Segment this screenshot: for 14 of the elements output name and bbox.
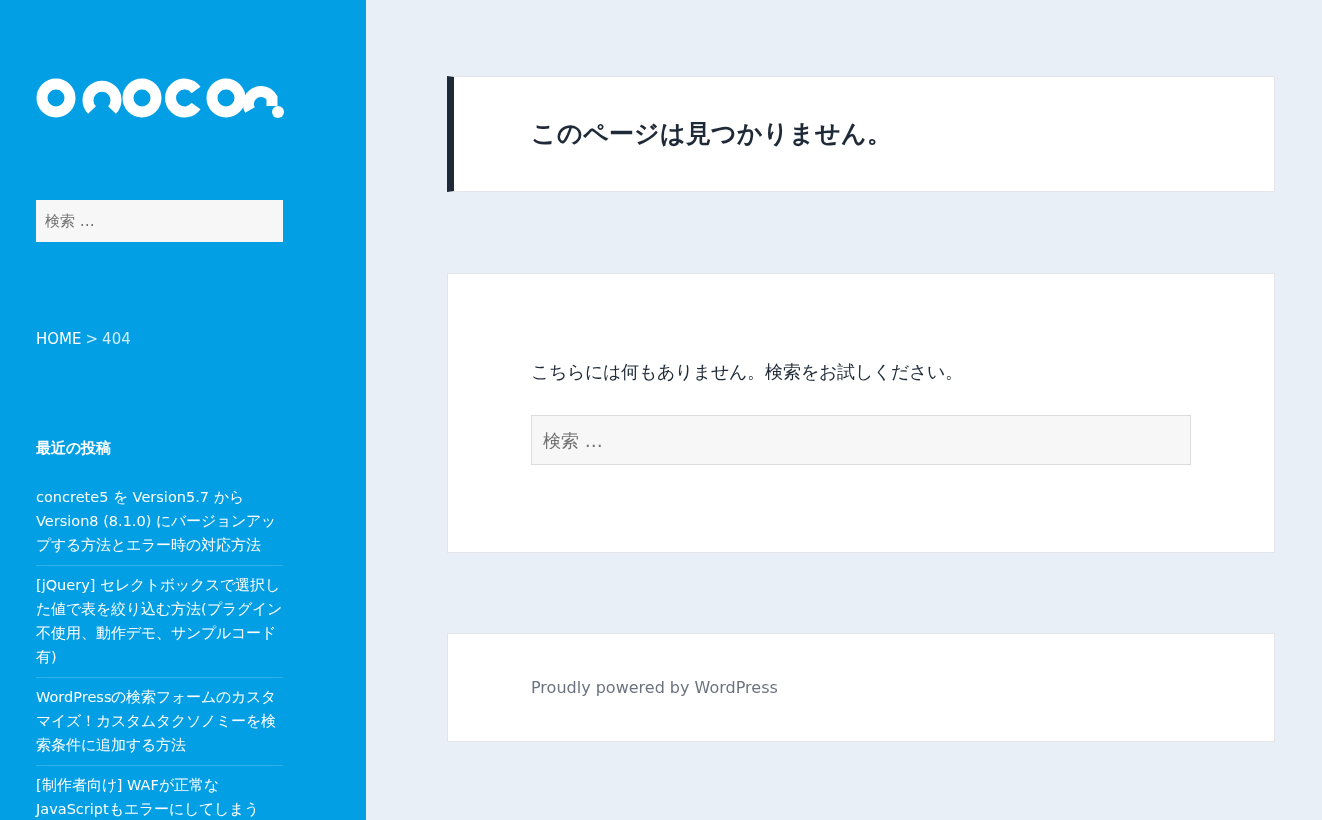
search-field[interactable]: 検索 …: [36, 200, 283, 242]
post-link[interactable]: [制作者向け] WAFが正常なJavaScriptもエラーにしてしまう: [36, 773, 283, 820]
not-found-message: こちらには何もありません。検索をお試しください。: [531, 360, 964, 384]
breadcrumb-current: 404: [102, 329, 131, 350]
breadcrumb-link[interactable]: HOME: [36, 328, 82, 351]
post-link[interactable]: [jQuery] セレクトボックスで選択した値で表を絞り込む方法(プラグイン不使用、動作デモ、サンプルコード有): [36, 573, 283, 669]
post-link[interactable]: concrete5 を Version5.7 から Version8 (8.1.0) にバージョンアップする方法とエラー時の対応方法: [36, 485, 283, 557]
widget-title: 最近の投稿: [36, 437, 112, 459]
page-title: このページは見つかりません。: [531, 118, 892, 151]
logo-icon: [36, 76, 284, 120]
post-link[interactable]: WordPressの検索フォームのカスタマイズ！カスタムタクソノミーを検索条件に追加する方法: [36, 685, 283, 757]
footer-link[interactable]: Proudly powered by WordPress: [531, 675, 778, 700]
breadcrumb-separator: >: [85, 329, 99, 350]
search-field[interactable]: 検索 …: [531, 415, 1191, 465]
